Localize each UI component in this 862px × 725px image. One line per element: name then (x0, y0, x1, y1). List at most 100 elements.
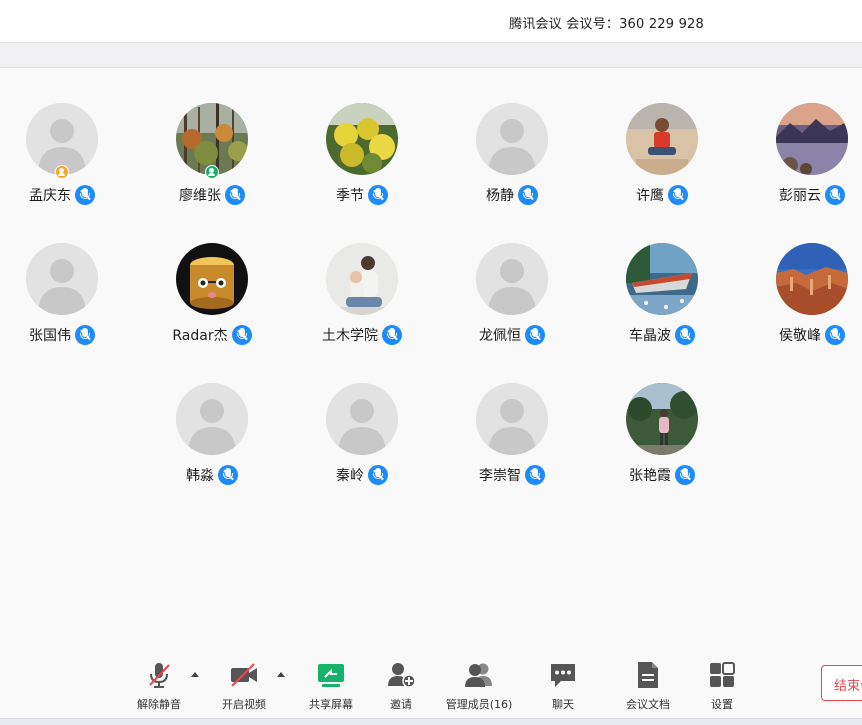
avatar-photo (626, 103, 698, 175)
participant-name-row: 秦岭 (297, 464, 427, 486)
manage-members-button[interactable]: 管理成员(16) (437, 660, 521, 712)
participant-avatar[interactable] (476, 103, 548, 175)
cohost-badge-icon (205, 165, 219, 179)
participant-name: Radar杰 (172, 328, 228, 344)
start-video-button[interactable]: 开启视频 (202, 660, 286, 712)
participant-tile[interactable]: 廖维张 (147, 103, 277, 223)
muted-mic-icon (368, 465, 388, 485)
muted-mic-icon (382, 325, 402, 345)
chat-button[interactable]: 聊天 (521, 660, 605, 712)
participant-avatar[interactable] (626, 383, 698, 455)
participant-name-row: 许鹰 (597, 184, 727, 206)
participant-avatar[interactable] (176, 103, 248, 179)
muted-mic-icon (675, 465, 695, 485)
participant-name: 土木学院 (322, 328, 378, 344)
participant-tile[interactable]: 土木学院 (297, 243, 427, 363)
participant-name: 孟庆东 (29, 188, 71, 204)
unmute-button[interactable]: 解除静音 (117, 660, 201, 712)
end-meeting-button[interactable]: 结束会议 (821, 665, 862, 701)
meeting-docs-button[interactable]: 会议文档 (606, 660, 690, 712)
participant-tile[interactable]: 张国伟 (0, 243, 127, 363)
default-avatar-icon (476, 243, 548, 315)
participant-name: 韩淼 (186, 468, 214, 484)
avatar-photo (626, 383, 698, 455)
participant-avatar[interactable] (176, 243, 248, 315)
meeting-toolbar: 解除静音 开启视频 共享屏幕 邀请 管理成员(16) 聊天 会议文档 设置 (0, 652, 862, 718)
participant-tile[interactable]: 车晶波 (597, 243, 727, 363)
video-options-caret[interactable] (277, 672, 285, 677)
participant-name-row: 张国伟 (0, 324, 127, 346)
participant-name: 龙佩恒 (479, 328, 521, 344)
participant-tile[interactable]: 秦岭 (297, 383, 427, 503)
participant-tile[interactable]: 韩淼 (147, 383, 277, 503)
muted-mic-icon (75, 185, 95, 205)
avatar-photo (776, 243, 848, 315)
participant-name: 杨静 (486, 188, 514, 204)
document-icon (633, 660, 663, 690)
participant-avatar[interactable] (476, 243, 548, 315)
participant-tile[interactable]: 侯敬峰 (747, 243, 862, 363)
participant-name: 侯敬峰 (779, 328, 821, 344)
participant-name-row: 龙佩恒 (447, 324, 577, 346)
avatar-photo (776, 103, 848, 175)
participant-tile[interactable]: 李崇智 (447, 383, 577, 503)
participant-name-row: 张艳霞 (597, 464, 727, 486)
muted-mic-icon (675, 325, 695, 345)
participant-name-row: 彭丽云 (747, 184, 862, 206)
participant-tile[interactable]: 杨静 (447, 103, 577, 223)
participant-tile[interactable]: Radar杰 (147, 243, 277, 363)
meeting-title: 腾讯会议 会议号：360 229 928 (509, 17, 704, 32)
participant-name-row: Radar杰 (147, 324, 277, 346)
participant-tile[interactable]: 彭丽云 (747, 103, 862, 223)
participant-avatar[interactable] (326, 103, 398, 175)
audio-options-caret[interactable] (191, 672, 199, 677)
invite-button[interactable]: 邀请 (359, 660, 443, 712)
participant-name-row: 廖维张 (147, 184, 277, 206)
participant-avatar[interactable] (326, 243, 398, 315)
participant-avatar[interactable] (476, 383, 548, 455)
default-avatar-icon (476, 103, 548, 175)
participant-tile[interactable]: 龙佩恒 (447, 243, 577, 363)
default-avatar-icon (476, 383, 548, 455)
participant-avatar[interactable] (26, 243, 98, 315)
muted-mic-icon (231, 325, 252, 345)
participant-grid: 孟庆东 廖维张 季节 杨静 许鹰 彭丽云张国伟 Radar杰 土木学院 龙佩恒 车晶波 侯敬峰韩淼 秦… (0, 68, 862, 652)
muted-mic-icon (825, 325, 845, 345)
participant-avatar[interactable] (176, 383, 248, 455)
avatar-photo (176, 243, 248, 315)
participant-name-row: 韩淼 (147, 464, 277, 486)
participant-name: 季节 (336, 188, 364, 204)
participant-tile[interactable]: 季节 (297, 103, 427, 223)
avatar-photo (326, 243, 398, 315)
muted-mic-icon (218, 465, 238, 485)
avatar-photo (626, 243, 698, 315)
participant-avatar[interactable] (626, 103, 698, 175)
muted-mic-icon (825, 185, 845, 205)
muted-mic-icon (518, 185, 538, 205)
default-avatar-icon (176, 383, 248, 455)
participant-avatar[interactable] (326, 383, 398, 455)
participant-avatar[interactable] (776, 103, 848, 175)
muted-mic-icon (144, 660, 174, 690)
participant-name-row: 侯敬峰 (747, 324, 862, 346)
chat-label: 聊天 (552, 698, 574, 711)
invite-icon (386, 660, 416, 690)
participant-name-row: 土木学院 (297, 324, 427, 346)
default-avatar-icon (326, 383, 398, 455)
participant-avatar[interactable] (626, 243, 698, 315)
participant-tile[interactable]: 孟庆东 (0, 103, 127, 223)
participant-avatar[interactable] (776, 243, 848, 315)
settings-button[interactable]: 设置 (680, 660, 764, 712)
participant-name: 廖维张 (179, 188, 221, 204)
participant-name: 车晶波 (629, 328, 671, 344)
participant-name-row: 季节 (297, 184, 427, 206)
unmute-label: 解除静音 (137, 698, 181, 711)
invite-label: 邀请 (390, 698, 412, 711)
participant-tile[interactable]: 许鹰 (597, 103, 727, 223)
participant-avatar[interactable] (26, 103, 98, 179)
participant-name: 张国伟 (29, 328, 71, 344)
default-avatar-icon (26, 243, 98, 315)
start-video-label: 开启视频 (222, 698, 266, 711)
participant-name-row: 车晶波 (597, 324, 727, 346)
participant-tile[interactable]: 张艳霞 (597, 383, 727, 503)
